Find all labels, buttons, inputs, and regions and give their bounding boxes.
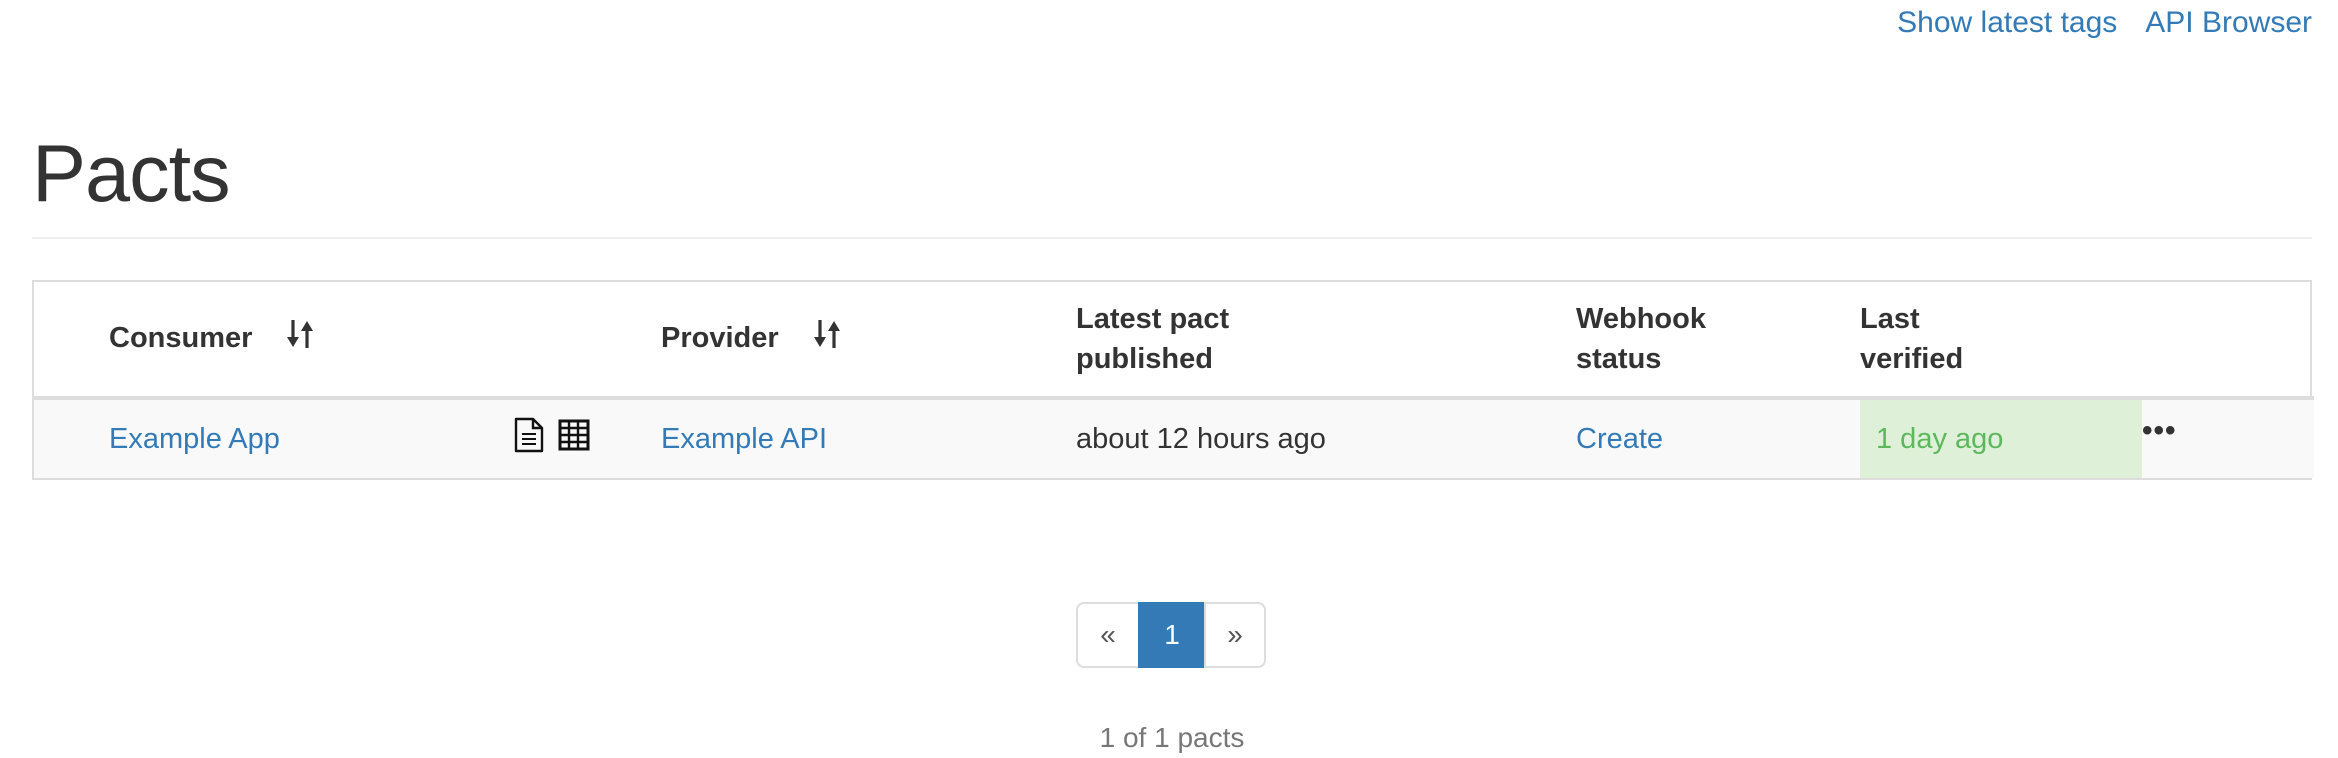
table-row: Example App Example API about 12 hours a…: [34, 398, 2314, 478]
title-divider: [32, 237, 2312, 239]
webhook-status-header: Webhook status: [1576, 282, 1860, 400]
consumer-link[interactable]: Example App: [109, 423, 280, 455]
latest-pact-header-line2: published: [1076, 343, 1213, 375]
provider-cell: Example API: [661, 398, 1076, 478]
webhook-status-cell: Create: [1576, 398, 1860, 478]
create-webhook-link[interactable]: Create: [1576, 423, 1663, 455]
actions-cell: •••: [2142, 398, 2314, 478]
table-header-row: Consumer Provider Latest pact published …: [34, 282, 2314, 400]
last-verified-cell: 1 day ago: [1860, 398, 2142, 478]
consumer-header[interactable]: Consumer: [109, 282, 514, 400]
pagination: « 1 »: [1076, 602, 1266, 668]
webhook-header-line2: status: [1576, 343, 1662, 375]
top-nav: Show latest tags API Browser: [1897, 6, 2312, 40]
last-verified-header: Last verified: [1860, 282, 2142, 400]
latest-pact-cell: about 12 hours ago: [1076, 398, 1576, 478]
provider-header-label: Provider: [661, 322, 779, 355]
pact-icons-cell: [514, 398, 661, 478]
pacts-count: 1 of 1 pacts: [1099, 722, 1245, 753]
sort-icon[interactable]: [813, 319, 841, 360]
consumer-header-label: Consumer: [109, 322, 253, 355]
ellipsis-icon[interactable]: •••: [2142, 414, 2177, 448]
pagination-next-button[interactable]: »: [1204, 602, 1266, 668]
sort-icon[interactable]: [286, 319, 314, 360]
page-title: Pacts: [32, 129, 231, 219]
latest-pact-header-line1: Latest pact: [1076, 303, 1230, 335]
provider-header[interactable]: Provider: [661, 282, 1076, 400]
document-icon[interactable]: [514, 417, 544, 461]
pacts-table: Consumer Provider Latest pact published …: [32, 280, 2314, 480]
latest-pact-header: Latest pact published: [1076, 282, 1576, 400]
table-grid-icon[interactable]: [558, 419, 590, 459]
webhook-header-line1: Webhook: [1576, 303, 1706, 335]
show-latest-tags-link[interactable]: Show latest tags: [1897, 6, 2117, 40]
consumer-cell: Example App: [109, 398, 514, 478]
pagination-page-1[interactable]: 1: [1138, 602, 1206, 668]
last-verified-header-line1: Last: [1860, 303, 1920, 335]
last-verified-header-line2: verified: [1860, 343, 1964, 375]
pagination-prev-button[interactable]: «: [1076, 602, 1140, 668]
api-browser-link[interactable]: API Browser: [2145, 6, 2312, 40]
provider-link[interactable]: Example API: [661, 423, 827, 455]
